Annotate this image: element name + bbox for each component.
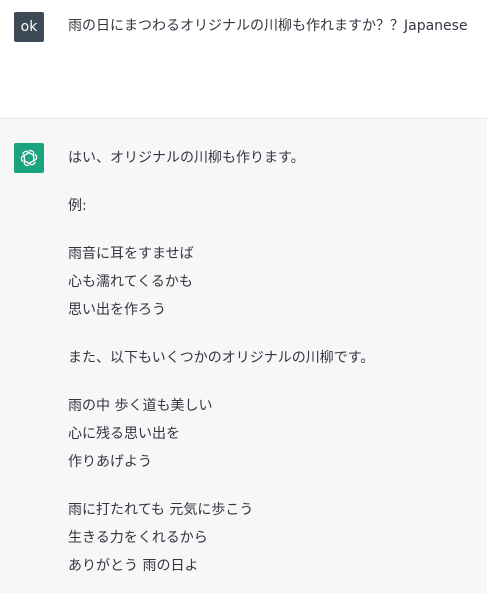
senryu-line: 作りあげよう <box>68 454 152 470</box>
senryu-line: 生きる力をくれるから <box>68 530 208 546</box>
assistant-message-row: はい、オリジナルの川柳も作ります。 例: 雨音に耳をすませば 心も濡れてくるかも… <box>0 119 487 593</box>
senryu-example: 雨音に耳をすませば 心も濡れてくるかも 思い出を作ろう <box>68 240 478 324</box>
assistant-message-text: はい、オリジナルの川柳も作ります。 例: 雨音に耳をすませば 心も濡れてくるかも… <box>68 144 478 593</box>
senryu-example: 雨に打たれても 元気に歩こう 生きる力をくれるから ありがとう 雨の日よ <box>68 496 478 580</box>
senryu-line: 思い出を作ろう <box>68 302 166 318</box>
user-message-row: ok 雨の日にまつわるオリジナルの川柳も作れますか？？Japanese <box>0 0 487 119</box>
chat-page: ok 雨の日にまつわるオリジナルの川柳も作れますか？？Japanese はい、オ… <box>0 0 487 593</box>
user-avatar: ok <box>14 12 44 42</box>
message-paragraph: はい、オリジナルの川柳も作ります。 <box>68 144 478 172</box>
assistant-avatar <box>14 143 44 173</box>
message-line: また、以下もいくつかのオリジナルの川柳です。 <box>68 350 375 366</box>
senryu-line: 心に残る思い出を <box>68 426 180 442</box>
senryu-example: 雨の中 歩く道も美しい 心に残る思い出を 作りあげよう <box>68 392 478 476</box>
senryu-line: 心も濡れてくるかも <box>68 274 193 290</box>
senryu-line: ありがとう 雨の日よ <box>68 558 199 574</box>
message-line: 例: <box>68 198 87 214</box>
user-message-text: 雨の日にまつわるオリジナルの川柳も作れますか？？Japanese <box>68 18 468 34</box>
message-line: はい、オリジナルの川柳も作ります。 <box>68 150 305 166</box>
message-paragraph: また、以下もいくつかのオリジナルの川柳です。 <box>68 344 478 372</box>
openai-logo-icon <box>20 149 38 167</box>
senryu-line: 雨に打たれても 元気に歩こう <box>68 502 254 518</box>
senryu-line: 雨の中 歩く道も美しい <box>68 398 213 414</box>
message-paragraph: 例: <box>68 192 478 220</box>
senryu-line: 雨音に耳をすませば <box>68 246 194 262</box>
